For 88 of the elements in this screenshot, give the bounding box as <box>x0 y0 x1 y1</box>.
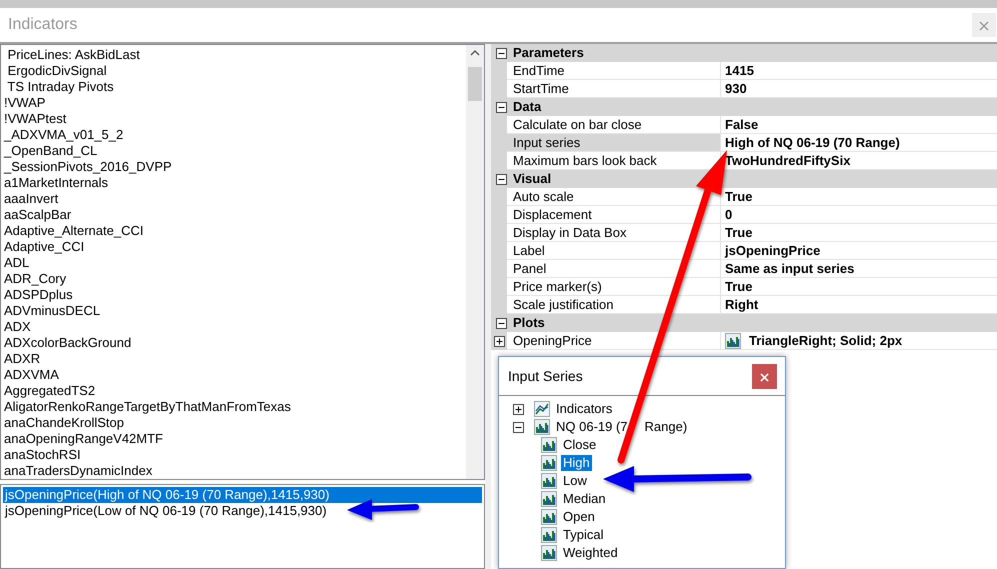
list-item[interactable]: AggregatedTS2 <box>4 383 463 399</box>
property-value[interactable]: True <box>725 224 752 241</box>
list-item[interactable]: Adaptive_Alternate_CCI <box>4 223 463 239</box>
list-item[interactable]: ADXVMA <box>4 367 463 383</box>
property-value[interactable]: 930 <box>725 80 747 97</box>
list-item[interactable]: jsOpeningPrice(High of NQ 06-19 (70 Range),1415,930) <box>3 487 482 503</box>
list-item[interactable]: ADR_Cory <box>4 271 463 287</box>
bar-chart-icon <box>725 332 741 348</box>
property-value[interactable]: 0 <box>725 206 732 223</box>
close-button[interactable] <box>752 364 777 388</box>
property-name[interactable]: Auto scale <box>507 188 721 206</box>
property-value[interactable]: True <box>725 188 752 205</box>
property-name[interactable]: Displacement <box>507 206 721 224</box>
tree-item-text: Range) <box>644 419 688 435</box>
tree-item[interactable]: Typical <box>561 527 606 543</box>
list-item[interactable]: PriceLines: AskBidLast <box>4 47 463 63</box>
property-name[interactable]: Label <box>507 242 721 260</box>
line-chart-icon <box>534 401 550 417</box>
list-item[interactable]: ADX <box>4 319 463 335</box>
category-header[interactable]: Visual <box>513 169 552 189</box>
bar-chart-icon <box>541 437 557 453</box>
collapse-icon[interactable] <box>496 102 507 112</box>
expand-icon[interactable] <box>494 336 505 347</box>
list-item[interactable]: !VWAPtest <box>4 111 463 127</box>
collapse-icon[interactable] <box>496 318 507 328</box>
list-item[interactable]: ADXcolorBackGround <box>4 335 463 351</box>
property-name[interactable]: Input series <box>507 134 721 152</box>
collapse-icon[interactable] <box>496 48 507 58</box>
tree-item[interactable]: Indicators <box>554 401 614 417</box>
list-item[interactable]: aaScalpBar <box>4 207 463 223</box>
scroll-thumb[interactable] <box>468 67 482 101</box>
list-item[interactable]: anaTradersDynamicIndex <box>4 463 463 479</box>
list-item[interactable]: ADSPDplus <box>4 287 463 303</box>
dialog-title: Input Series <box>508 366 583 386</box>
list-item[interactable]: ADVminusDECL <box>4 303 463 319</box>
list-item[interactable]: anaChandeKrollStop <box>4 415 463 431</box>
bar-chart-icon <box>541 527 557 543</box>
list-item[interactable]: jsOpeningPrice(Low of NQ 06-19 (70 Range),1415,930) <box>3 503 482 519</box>
list-item[interactable]: TS Intraday Pivots <box>4 79 463 95</box>
list-item[interactable]: AligatorRenkoRangeTargetByThatManFromTexas <box>4 399 463 415</box>
list-item[interactable]: Adaptive_CCI <box>4 239 463 255</box>
tree-item[interactable]: Close <box>561 437 598 453</box>
category-header[interactable]: Plots <box>513 313 545 333</box>
property-name[interactable]: Panel <box>507 260 721 278</box>
property-value[interactable]: False <box>725 116 758 133</box>
list-item[interactable]: _OpenBand_CL <box>4 143 463 159</box>
tree-item[interactable]: Open <box>561 509 597 525</box>
property-name[interactable]: Scale justification <box>507 296 721 314</box>
tree-item[interactable]: NQ 06-19 (7 <box>554 419 630 435</box>
bar-chart-icon <box>541 509 557 525</box>
tree-item[interactable]: Weighted <box>561 545 620 561</box>
expand-icon[interactable] <box>513 404 524 414</box>
list-item[interactable]: anaStochRSI <box>4 447 463 463</box>
list-item[interactable]: _SessionPivots_2016_DVPP <box>4 159 463 175</box>
list-item[interactable]: !VWAP <box>4 95 463 111</box>
bar-chart-icon <box>541 473 557 489</box>
list-item[interactable]: aaaInvert <box>4 191 463 207</box>
scroll-up-icon[interactable] <box>470 49 480 57</box>
bar-chart-icon <box>541 455 557 471</box>
property-name[interactable]: Maximum bars look back <box>507 152 721 170</box>
property-value[interactable]: 1415 <box>725 62 754 79</box>
property-name[interactable]: EndTime <box>507 62 721 80</box>
bar-chart-icon <box>534 419 550 435</box>
property-name[interactable]: StartTime <box>507 80 721 98</box>
tree-item[interactable]: Median <box>561 491 608 507</box>
window-title: Indicators <box>8 15 78 35</box>
tree-item[interactable]: High <box>561 455 592 471</box>
list-item[interactable]: ErgodicDivSignal <box>4 63 463 79</box>
list-item[interactable]: anaOpeningRangeV42MTF <box>4 431 463 447</box>
property-value[interactable]: Right <box>725 296 758 313</box>
category-header[interactable]: Data <box>513 97 542 117</box>
list-item[interactable]: ADL <box>4 255 463 271</box>
collapse-icon[interactable] <box>513 422 524 432</box>
scrollbar[interactable] <box>466 45 484 479</box>
bar-chart-icon <box>541 491 557 507</box>
bar-chart-icon <box>541 545 557 561</box>
list-item[interactable]: _ADXVMA_v01_5_2 <box>4 127 463 143</box>
collapse-icon[interactable] <box>496 174 507 184</box>
property-name[interactable]: Display in Data Box <box>507 224 721 242</box>
list-item[interactable]: ADXR <box>4 351 463 367</box>
property-value[interactable]: True <box>725 278 752 295</box>
tree-item[interactable]: Low <box>561 473 589 489</box>
category-header[interactable]: Parameters <box>513 43 584 63</box>
list-item[interactable]: a1MarketInternals <box>4 175 463 191</box>
arrow-drawing <box>347 499 419 520</box>
property-name[interactable]: Calculate on bar close <box>507 116 721 134</box>
property-name[interactable]: OpeningPrice <box>507 332 721 350</box>
property-name[interactable]: Price marker(s) <box>507 278 721 296</box>
